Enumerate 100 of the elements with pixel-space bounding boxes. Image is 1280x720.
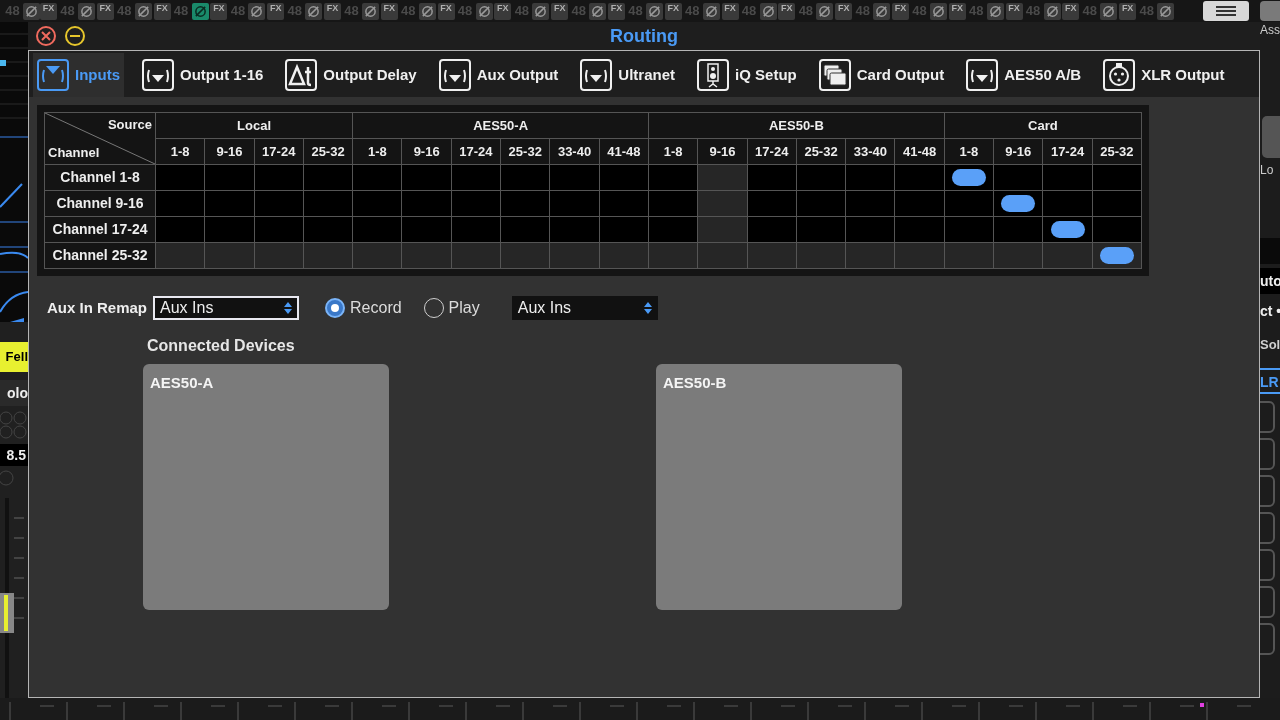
routing-cell[interactable] xyxy=(747,165,796,190)
routing-cell[interactable] xyxy=(451,217,501,242)
load-button[interactable] xyxy=(1262,116,1280,158)
routing-cell[interactable] xyxy=(156,217,205,242)
fx-button[interactable]: FX xyxy=(551,2,569,20)
routing-cell[interactable] xyxy=(156,165,205,190)
target-select[interactable]: Aux Ins xyxy=(511,296,658,320)
menu-button[interactable] xyxy=(1203,1,1250,21)
routing-cell[interactable] xyxy=(254,217,303,242)
phase-button[interactable] xyxy=(986,2,1004,20)
routing-cell[interactable] xyxy=(205,217,254,242)
phase-button[interactable] xyxy=(305,2,323,20)
routing-cell[interactable] xyxy=(599,191,648,216)
routing-cell[interactable] xyxy=(944,191,994,216)
routing-cell[interactable] xyxy=(895,191,944,216)
routing-cell[interactable] xyxy=(353,191,402,216)
routing-cell[interactable] xyxy=(402,217,451,242)
fx-button[interactable]: FX xyxy=(267,2,285,20)
fx-button[interactable]: FX xyxy=(1119,2,1137,20)
routing-cell[interactable] xyxy=(796,217,846,242)
routing-cell[interactable] xyxy=(353,165,402,190)
routing-cell[interactable] xyxy=(747,191,796,216)
fx-button[interactable]: FX xyxy=(835,2,853,20)
routing-cell[interactable] xyxy=(501,191,550,216)
routing-cell[interactable] xyxy=(156,191,205,216)
routing-cell[interactable] xyxy=(944,217,994,242)
routing-cell[interactable] xyxy=(451,165,501,190)
phase-button[interactable] xyxy=(475,2,493,20)
routing-cell[interactable] xyxy=(1043,165,1092,190)
solo-button[interactable]: olo xyxy=(0,380,28,406)
tab[interactable]: Card Output xyxy=(814,53,949,97)
fx-button[interactable]: FX xyxy=(324,2,341,20)
routing-cell[interactable] xyxy=(402,165,451,190)
bus-tab[interactable]: LR xyxy=(1260,368,1280,394)
phase-button[interactable] xyxy=(78,2,95,20)
radio-button[interactable] xyxy=(325,298,346,318)
routing-cell[interactable] xyxy=(895,217,944,242)
phase-button[interactable] xyxy=(589,2,607,20)
phase-button[interactable] xyxy=(702,2,720,20)
routing-cell[interactable] xyxy=(994,165,1043,190)
routing-cell[interactable] xyxy=(796,191,846,216)
routing-cell[interactable] xyxy=(205,191,254,216)
routing-cell[interactable] xyxy=(895,165,944,190)
phase-button[interactable] xyxy=(1100,2,1118,20)
routing-cell[interactable] xyxy=(599,165,648,190)
fx-button[interactable]: FX xyxy=(664,2,682,20)
tab[interactable]: Ultranet xyxy=(576,53,680,97)
routing-cell[interactable] xyxy=(994,191,1043,216)
routing-cell[interactable] xyxy=(402,191,451,216)
routing-cell[interactable] xyxy=(846,217,895,242)
phase-button[interactable] xyxy=(1043,2,1061,20)
phase-button[interactable] xyxy=(873,2,891,20)
minimize-button[interactable] xyxy=(65,26,85,46)
routing-cell[interactable] xyxy=(451,191,501,216)
routing-cell[interactable] xyxy=(303,165,353,190)
fx-button[interactable]: FX xyxy=(778,2,796,20)
phase-button[interactable] xyxy=(816,2,834,20)
phase-button[interactable] xyxy=(532,2,550,20)
fx-button[interactable]: FX xyxy=(1062,2,1080,20)
routing-cell[interactable] xyxy=(1092,191,1141,216)
routing-cell[interactable] xyxy=(846,191,895,216)
routing-cell[interactable] xyxy=(796,165,846,190)
phase-button[interactable] xyxy=(645,2,663,20)
routing-cell[interactable] xyxy=(747,217,796,242)
phase-button[interactable] xyxy=(134,2,152,20)
routing-cell[interactable] xyxy=(1043,217,1092,242)
routing-cell[interactable] xyxy=(944,165,994,190)
routing-cell[interactable] xyxy=(1092,217,1141,242)
fx-button[interactable]: FX xyxy=(1005,2,1023,20)
routing-cell[interactable] xyxy=(303,217,353,242)
phase-button[interactable] xyxy=(1157,2,1175,20)
routing-cell[interactable] xyxy=(501,217,550,242)
phase-button[interactable] xyxy=(759,2,777,20)
routing-cell[interactable] xyxy=(1043,191,1092,216)
phase-button[interactable] xyxy=(248,2,266,20)
tab[interactable]: iQ Setup xyxy=(693,53,801,97)
routing-cell[interactable] xyxy=(353,217,402,242)
fx-button[interactable]: FX xyxy=(891,2,909,20)
routing-cell[interactable] xyxy=(550,165,599,190)
tab[interactable]: Output 1-16 xyxy=(138,53,268,97)
fx-button[interactable]: FX xyxy=(607,2,625,20)
phase-button[interactable] xyxy=(191,2,209,20)
routing-cell[interactable] xyxy=(550,191,599,216)
fx-button[interactable]: FX xyxy=(153,2,171,20)
tab[interactable]: Inputs xyxy=(33,53,124,97)
routing-cell[interactable] xyxy=(994,217,1043,242)
fx-button[interactable]: FX xyxy=(96,2,114,20)
fx-button[interactable]: FX xyxy=(721,2,739,20)
routing-cell[interactable] xyxy=(550,217,599,242)
fx-button[interactable]: FX xyxy=(948,2,966,20)
routing-cell[interactable] xyxy=(649,217,698,242)
tab[interactable]: Output Delay xyxy=(281,53,421,97)
device-card[interactable]: AES50-A xyxy=(143,364,389,610)
tab[interactable]: Aux Output xyxy=(434,53,563,97)
close-button[interactable] xyxy=(36,26,56,46)
phase-button[interactable] xyxy=(929,2,947,20)
routing-cell[interactable] xyxy=(205,165,254,190)
routing-cell[interactable] xyxy=(649,191,698,216)
fx-button[interactable]: FX xyxy=(210,2,228,20)
assign-button[interactable] xyxy=(1260,1,1280,21)
